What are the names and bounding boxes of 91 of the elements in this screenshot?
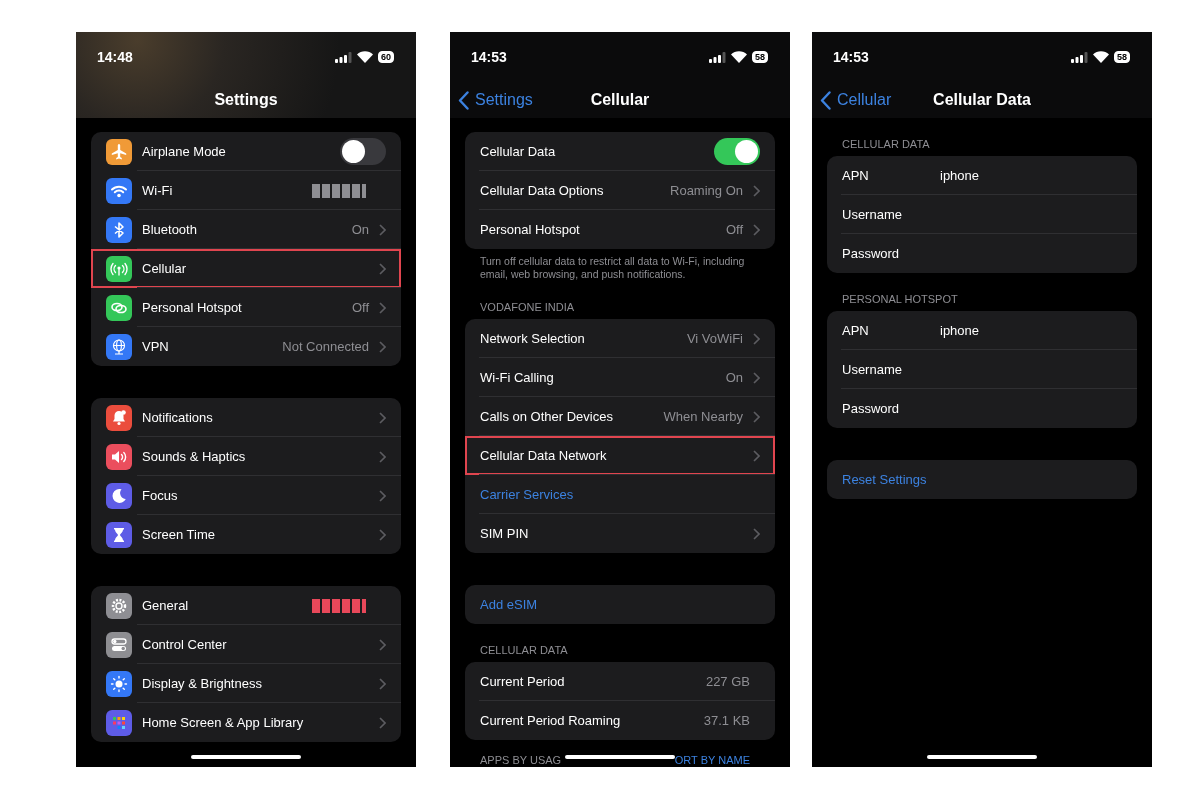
settings-row[interactable]: Home Screen & App Library xyxy=(91,703,401,742)
chevron-icon xyxy=(379,528,386,541)
settings-row[interactable]: Add eSIM xyxy=(465,585,775,624)
chevron-icon xyxy=(753,449,760,462)
wifi-icon xyxy=(1093,51,1109,63)
signal-icon xyxy=(1071,51,1088,63)
chevron-icon xyxy=(379,489,386,502)
settings-row[interactable]: Reset Settings xyxy=(827,460,1137,499)
battery-level: 60 xyxy=(378,51,394,63)
settings-row[interactable]: Notifications xyxy=(91,398,401,437)
chevron-icon xyxy=(379,450,386,463)
settings-row[interactable]: Carrier Services xyxy=(465,475,775,514)
chevron-icon xyxy=(379,262,386,275)
back-chevron-icon xyxy=(458,90,469,110)
row-value: Vi VoWiFi xyxy=(686,331,743,346)
settings-row[interactable]: Control Center xyxy=(91,625,401,664)
section-header: CELLULAR DATA xyxy=(842,138,930,150)
field-value: iphone xyxy=(940,323,980,338)
chevron-icon xyxy=(379,411,386,424)
settings-row[interactable]: Sounds & Haptics xyxy=(91,437,401,476)
settings-row[interactable]: Bluetooth On xyxy=(91,210,401,249)
settings-row[interactable]: Cellular Data Options Roaming On xyxy=(465,171,775,210)
chevron-icon xyxy=(753,184,760,197)
settings-row[interactable]: Network Selection Vi VoWiFi xyxy=(465,319,775,358)
battery-level: 58 xyxy=(752,51,768,63)
settings-row[interactable]: Calls on Other Devices When Nearby xyxy=(465,397,775,436)
signal-icon xyxy=(335,51,352,63)
chevron-icon xyxy=(753,223,760,236)
settings-row[interactable]: Wi-Fi xyxy=(91,171,401,210)
toggle-switch[interactable] xyxy=(714,138,760,165)
settings-field[interactable]: Password xyxy=(827,234,1137,273)
back-button[interactable]: Settings xyxy=(458,90,533,110)
settings-row[interactable]: SIM PIN xyxy=(465,514,775,553)
row-value: On xyxy=(351,222,369,237)
chevron-icon xyxy=(753,332,760,345)
battery-level: 58 xyxy=(1114,51,1130,63)
row-value: 227 GB xyxy=(705,674,750,689)
settings-row[interactable]: Personal Hotspot Off xyxy=(91,288,401,327)
settings-row[interactable]: Current Period 227 GB xyxy=(465,662,775,701)
section-header: CELLULAR DATA xyxy=(480,644,568,656)
wifi-icon xyxy=(731,51,747,63)
chevron-icon xyxy=(753,527,760,540)
settings-row[interactable]: Cellular xyxy=(91,249,401,288)
row-value: 37.1 KB xyxy=(703,713,750,728)
status-time: 14:48 xyxy=(97,49,134,65)
status-time: 14:53 xyxy=(833,49,870,65)
chevron-icon xyxy=(379,716,386,729)
chevron-icon xyxy=(753,410,760,423)
screen-title: Settings xyxy=(214,91,278,109)
settings-row[interactable]: Display & Brightness xyxy=(91,664,401,703)
screen-title: Cellular xyxy=(590,91,650,109)
chevron-icon xyxy=(379,677,386,690)
settings-field[interactable]: APN iphone xyxy=(827,311,1137,350)
settings-field[interactable]: Username xyxy=(827,350,1137,389)
section-header: APPS BY USAG xyxy=(480,754,562,766)
settings-row[interactable]: Cellular Data xyxy=(465,132,775,171)
chevron-icon xyxy=(379,340,386,353)
row-value: When Nearby xyxy=(663,409,743,424)
settings-row[interactable]: Focus xyxy=(91,476,401,515)
settings-row[interactable]: Screen Time xyxy=(91,515,401,554)
field-value: iphone xyxy=(940,168,980,183)
chevron-icon xyxy=(379,638,386,651)
settings-row[interactable]: General xyxy=(91,586,401,625)
chevron-icon xyxy=(379,223,386,236)
screen-title: Cellular Data xyxy=(933,91,1031,109)
row-value: Off xyxy=(351,300,369,315)
settings-row[interactable]: Airplane Mode xyxy=(91,132,401,171)
row-value: Not Connected xyxy=(282,339,369,354)
settings-field[interactable]: Username xyxy=(827,195,1137,234)
settings-field[interactable]: Password xyxy=(827,389,1137,428)
row-value: On xyxy=(725,370,743,385)
status-time: 14:53 xyxy=(471,49,508,65)
section-footer: Turn off cellular data to restrict all data to Wi-Fi, including email, web browsing, and push notifications. xyxy=(480,255,760,281)
row-value: Roaming On xyxy=(670,183,743,198)
row-value: Off xyxy=(725,222,743,237)
wifi-icon xyxy=(357,51,373,63)
back-button[interactable]: Cellular xyxy=(820,90,892,110)
settings-row[interactable]: Cellular Data Network xyxy=(465,436,775,475)
settings-row[interactable]: Personal Hotspot Off xyxy=(465,210,775,249)
section-header: PERSONAL HOTSPOT xyxy=(842,293,958,305)
settings-row[interactable]: VPN Not Connected xyxy=(91,327,401,366)
chevron-icon xyxy=(379,301,386,314)
signal-icon xyxy=(709,51,726,63)
back-chevron-icon xyxy=(820,90,831,110)
sort-button[interactable]: ORT BY NAME xyxy=(674,754,750,766)
settings-row[interactable]: Current Period Roaming 37.1 KB xyxy=(465,701,775,740)
settings-row[interactable]: Wi-Fi Calling On xyxy=(465,358,775,397)
settings-field[interactable]: APN iphone xyxy=(827,156,1137,195)
section-header: VODAFONE INDIA xyxy=(480,301,575,313)
toggle-switch[interactable] xyxy=(340,138,386,165)
chevron-icon xyxy=(753,371,760,384)
